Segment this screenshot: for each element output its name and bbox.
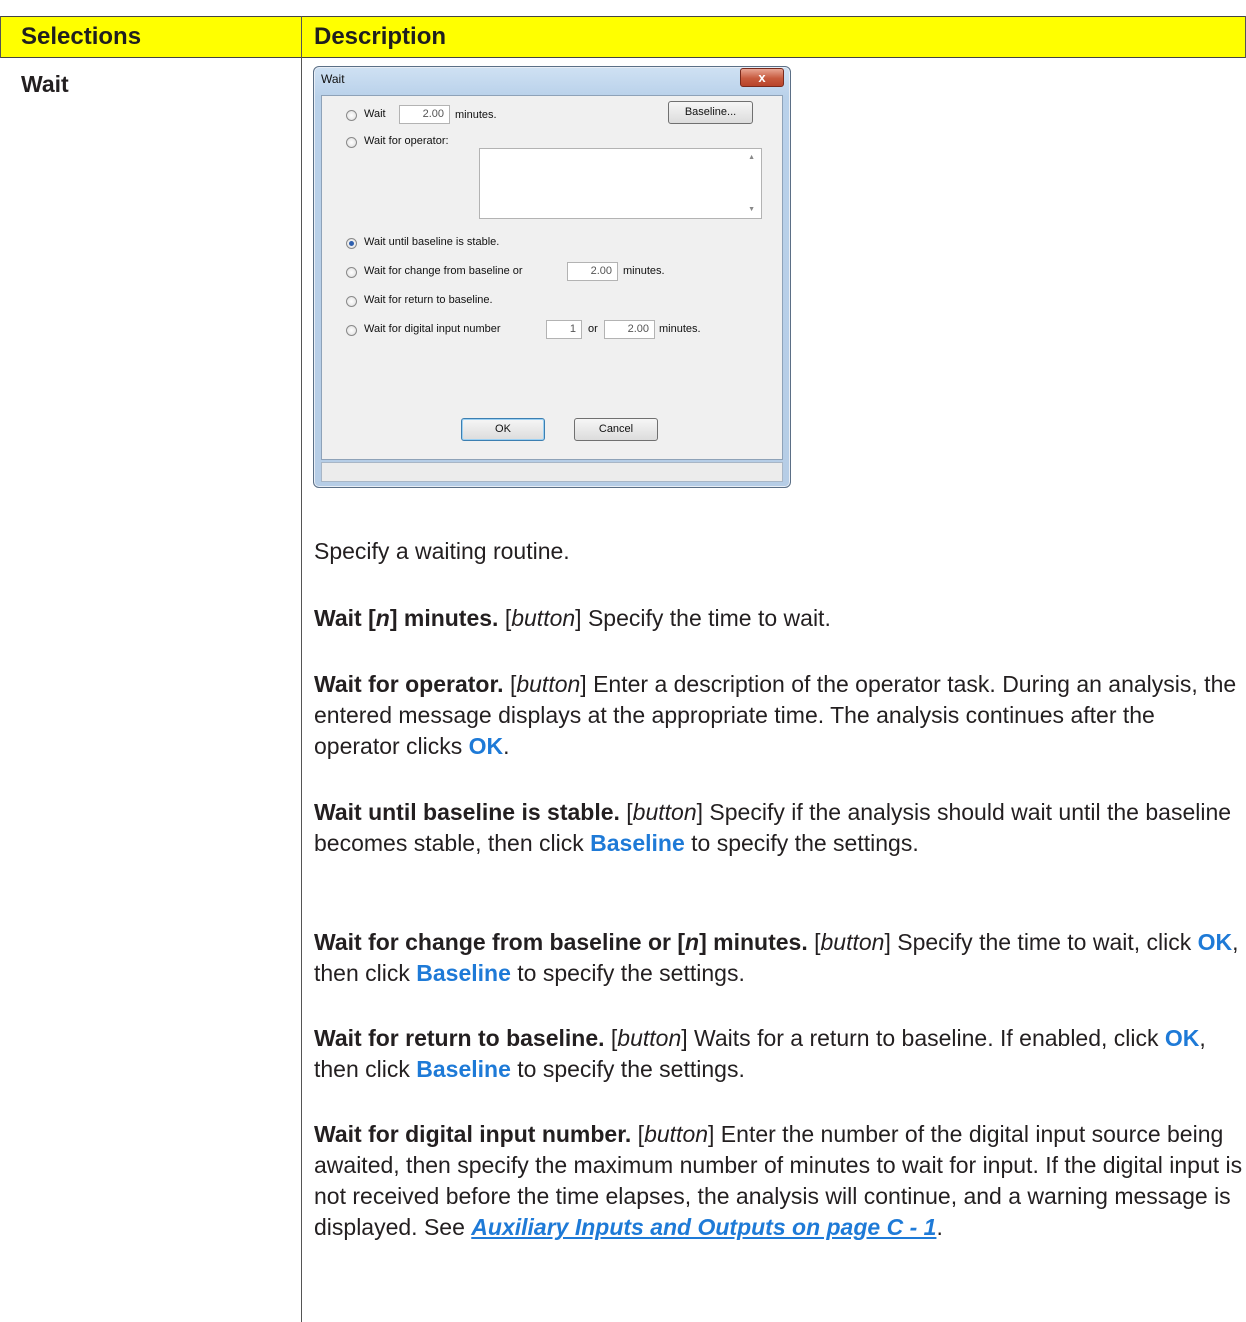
table-header-row: Selections Description [0, 16, 1246, 58]
dialog-title: Wait [321, 72, 345, 86]
digital-or-label: or [588, 323, 598, 335]
column-divider [301, 16, 302, 1322]
radio-wait[interactable] [346, 110, 357, 121]
radio-wait-label: Wait [364, 108, 386, 120]
dialog-body: Wait 2.00 minutes. Baseline... Wait for … [321, 95, 783, 460]
scroll-up-icon[interactable]: ▲ [748, 154, 755, 161]
scroll-down-icon[interactable]: ▼ [748, 206, 755, 213]
header-selections: Selections [21, 23, 142, 50]
change-minutes-suffix: minutes. [623, 265, 665, 277]
radio-wait-operator[interactable] [346, 137, 357, 148]
baseline-button[interactable]: Baseline... [668, 101, 753, 124]
auxiliary-io-link[interactable]: Auxiliary Inputs and Outputs on page C -… [471, 1214, 936, 1240]
header-description: Description [314, 23, 447, 50]
intro-paragraph: Specify a waiting routine. [314, 538, 570, 564]
table-left-border [0, 16, 1, 58]
radio-wait-return-label: Wait for return to baseline. [364, 294, 493, 306]
digital-minutes-input[interactable]: 2.00 [604, 320, 655, 339]
operator-message-textarea[interactable]: ▲ ▼ [479, 148, 762, 219]
cancel-button[interactable]: Cancel [574, 418, 658, 441]
radio-wait-stable[interactable] [346, 238, 357, 249]
radio-wait-return[interactable] [346, 296, 357, 307]
ok-link: OK [468, 733, 504, 759]
paragraph-wait-stable: Wait until baseline is stable. [button] … [314, 799, 1232, 856]
radio-wait-change[interactable] [346, 267, 357, 278]
radio-wait-change-label: Wait for change from baseline or [364, 265, 523, 277]
digital-minutes-suffix: minutes. [659, 323, 701, 335]
paragraph-wait-operator: Wait for operator. [button] Enter a desc… [314, 671, 1237, 759]
paragraph-wait-digital: Wait for digital input number. [button] … [314, 1121, 1243, 1240]
paragraph-wait-change: Wait for change from baseline or [n] min… [314, 929, 1239, 986]
wait-minutes-input[interactable]: 2.00 [399, 105, 450, 124]
wait-dialog: Wait x Wait 2.00 minutes. Baseline... Wa… [313, 66, 791, 488]
radio-wait-stable-label: Wait until baseline is stable. [364, 236, 500, 248]
wait-minutes-suffix: minutes. [455, 109, 497, 121]
change-minutes-input[interactable]: 2.00 [567, 262, 618, 281]
radio-wait-digital-label: Wait for digital input number [364, 323, 501, 335]
digital-input-number[interactable]: 1 [546, 320, 582, 339]
paragraph-wait-minutes: Wait [n] minutes. [button] Specify the t… [314, 605, 831, 631]
radio-wait-digital[interactable] [346, 325, 357, 336]
baseline-link: Baseline [590, 830, 685, 856]
paragraph-wait-return: Wait for return to baseline. [button] Wa… [314, 1025, 1206, 1082]
close-icon[interactable]: x [740, 68, 784, 87]
selection-label-wait: Wait [21, 71, 69, 97]
ok-button[interactable]: OK [461, 418, 545, 441]
radio-wait-operator-label: Wait for operator: [364, 135, 449, 147]
dialog-status-bar [321, 462, 783, 482]
